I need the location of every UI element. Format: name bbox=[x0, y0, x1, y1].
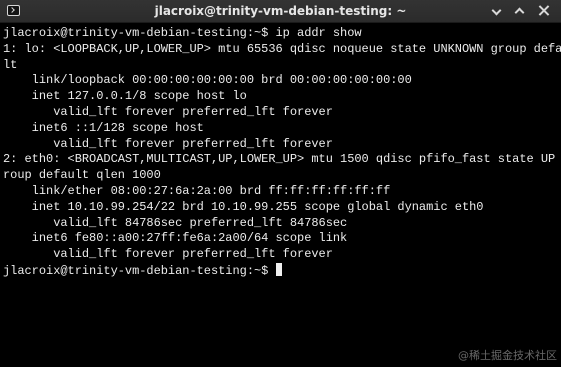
window-title: jlacroix@trinity-vm-debian-testing: ~ bbox=[154, 4, 407, 18]
watermark: @稀土掘金技术社区 bbox=[458, 349, 557, 362]
terminal-line: link/loopback 00:00:00:00:00:00 brd 00:0… bbox=[3, 73, 412, 88]
terminal-line: roup default qlen 1000 bbox=[3, 168, 161, 183]
terminal-line: valid_lft 84786sec preferred_lft 84786se… bbox=[3, 215, 348, 230]
terminal-line: jlacroix@trinity-vm-debian-testing:~$ ip… bbox=[3, 26, 362, 40]
terminal-line: 2: eth0: <BROADCAST,MULTICAST,UP,LOWER_U… bbox=[3, 152, 561, 167]
terminal-line: inet 127.0.0.1/8 scope host lo bbox=[3, 89, 247, 104]
maximize-button[interactable] bbox=[514, 4, 528, 18]
terminal-output[interactable]: jlacroix@trinity-vm-debian-testing:~$ ip… bbox=[0, 23, 561, 367]
terminal-line: valid_lft forever preferred_lft forever bbox=[3, 136, 333, 151]
terminal-window: jlacroix@trinity-vm-debian-testing: ~ jl… bbox=[0, 0, 561, 367]
terminal-line: valid_lft forever preferred_lft forever bbox=[3, 104, 333, 119]
prompt-line[interactable]: jlacroix@trinity-vm-debian-testing:~$ bbox=[3, 262, 561, 279]
terminal-line: 1: lo: <LOOPBACK,UP,LOWER_UP> mtu 65536 … bbox=[3, 41, 561, 56]
minimize-button[interactable] bbox=[491, 4, 505, 18]
text-cursor bbox=[275, 262, 282, 276]
terminal-line: valid_lft forever preferred_lft forever bbox=[3, 247, 333, 262]
close-button[interactable] bbox=[537, 4, 551, 18]
terminal-line: inet 10.10.99.254/22 brd 10.10.99.255 sc… bbox=[3, 199, 484, 214]
terminal-line: link/ether 08:00:27:6a:2a:00 brd ff:ff:f… bbox=[3, 183, 391, 198]
terminal-line: lt bbox=[3, 57, 18, 72]
shell-prompt: jlacroix@trinity-vm-debian-testing:~$ bbox=[3, 263, 276, 278]
title-bar[interactable]: jlacroix@trinity-vm-debian-testing: ~ bbox=[0, 0, 561, 23]
terminal-line: inet6 fe80::a00:27ff:fe6a:2a00/64 scope … bbox=[3, 231, 348, 246]
terminal-line: inet6 ::1/128 scope host bbox=[3, 120, 204, 135]
